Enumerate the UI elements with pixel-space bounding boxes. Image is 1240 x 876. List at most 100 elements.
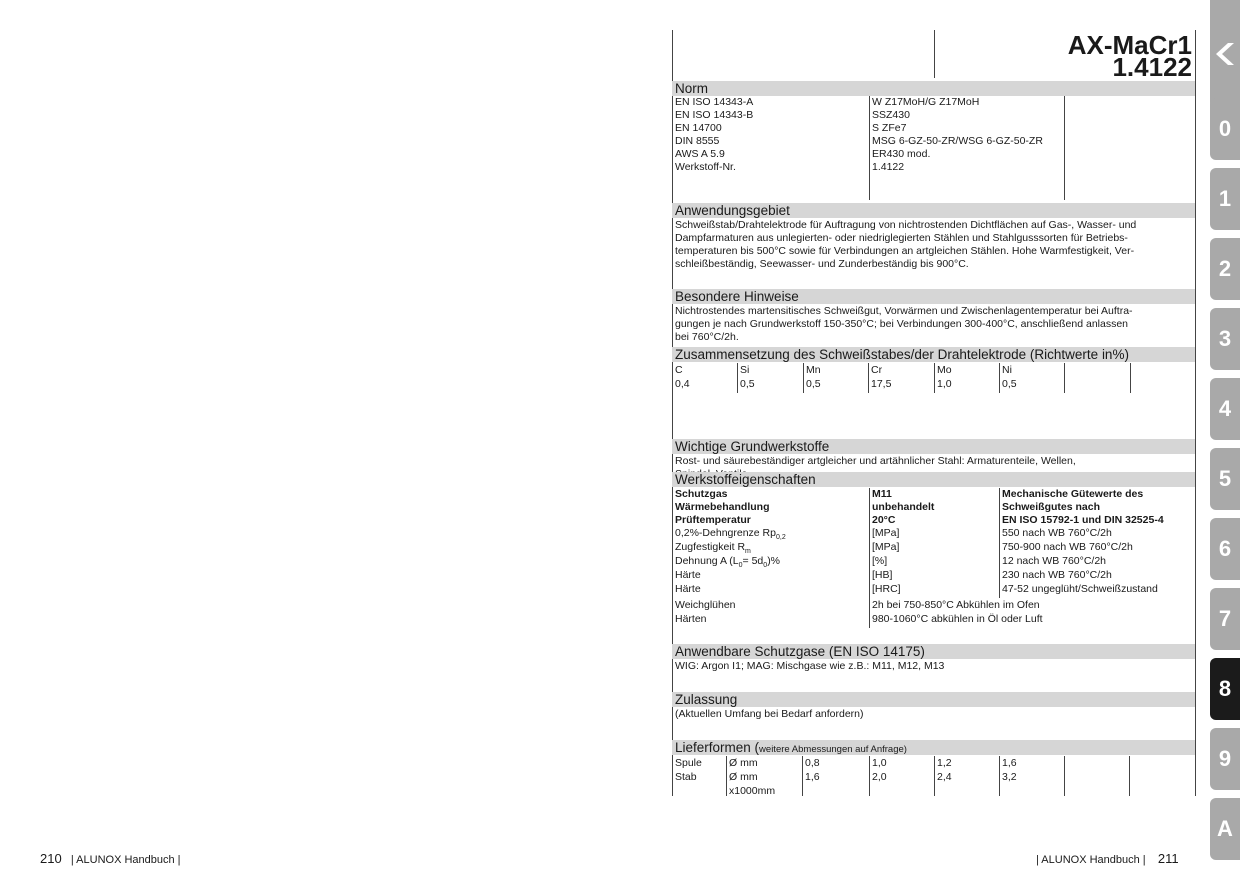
section-delivery-header: Lieferformen (weitere Abmessungen auf An… [672,740,1195,755]
norm-standard: Werkstoff-Nr. [675,161,736,173]
delivery-form: Spule [675,757,702,769]
approval-text: (Aktuellen Umfang bei Bedarf anfordern) [675,708,864,720]
chapter-tab-7[interactable]: 7 [1210,588,1240,650]
delivery-size: 2,0 [872,771,887,783]
delivery-col-divider [802,756,803,796]
footer-right-text: | ALUNOX Handbuch | [1036,854,1146,866]
composition-col-divider [934,363,935,393]
treatment-label: Härten [675,613,707,625]
property-unit: [MPa] [872,527,900,539]
composition-col-divider [1064,363,1065,393]
composition-col-divider [1130,363,1131,393]
composition-element: C [675,364,683,376]
product-material-no: 1.4122 [1112,52,1192,82]
norm-designation: S ZFe7 [872,122,907,134]
composition-element: Cr [871,364,883,376]
composition-col-divider [999,363,1000,393]
property-value: 550 nach WB 760°C/2h [1002,527,1112,539]
norm-standard: DIN 8555 [675,135,720,147]
data-sheet: AX-MaCr1 1.4122 Norm EN ISO 14343-A W Z17… [672,30,1196,798]
property-unit: [HB] [872,569,893,581]
base-materials-line: Rost- und säurebeständiger artgleicher u… [675,455,1076,467]
delivery-size: 1,6 [1002,757,1017,769]
chapter-tab-1[interactable]: 1 [1210,168,1240,230]
norm-standard: AWS A 5.9 [675,148,725,160]
delivery-col-divider [934,756,935,796]
title-divider [934,30,935,78]
delivery-unit-length: x1000mm [729,785,776,797]
chapter-tab-4[interactable]: 4 [1210,378,1240,440]
property-label: Zugfestigkeit Rm [675,541,751,556]
sheet-right-border [1195,30,1196,796]
delivery-title-note: weitere Abmessungen auf Anfrage) [759,744,907,755]
page-number-left: 210 [40,851,62,866]
norm-col-divider-1 [869,96,870,200]
delivery-title: Lieferformen ( [675,740,760,755]
property-label: 0,2%-Dehngrenze Rp0,2 [675,527,786,542]
chapter-tabs: 0 1 2 3 4 5 6 7 8 9 A [1210,0,1240,876]
application-line: Schweißstab/Drahtelektrode für Auftragun… [675,219,1137,231]
chapter-tab-0[interactable]: 0 [1210,98,1240,160]
composition-value: 0,4 [675,378,690,390]
chapter-tab-a[interactable]: A [1210,798,1240,860]
alunox-logo-icon [1210,0,1240,108]
composition-value: 0,5 [806,378,821,390]
composition-element: Ni [1002,364,1012,376]
composition-value: 17,5 [871,378,892,390]
notes-line: gungen je nach Grundwerkstoff 150-350°C;… [675,318,1129,330]
properties-head-right: EN ISO 15792-1 und DIN 32525-4 [1002,514,1164,526]
treatment-label: Weichglühen [675,599,736,611]
delivery-col-divider [726,756,727,796]
section-base-materials-header: Wichtige Grundwerkstoffe [672,439,1195,454]
notes-line: bei 760°C/2h. [675,331,739,343]
property-label: Härte [675,583,701,595]
property-value: 47-52 ungeglüht/Schweißzustand [1002,583,1158,595]
chapter-tab-9[interactable]: 9 [1210,728,1240,790]
properties-head-left: Wärmebehandlung [675,501,770,513]
delivery-col-divider [1129,756,1130,796]
norm-designation: SSZ430 [872,109,910,121]
composition-value: 0,5 [740,378,755,390]
property-unit: [HRC] [872,583,901,595]
gases-text: WIG: Argon I1; MAG: Mischgase wie z.B.: … [675,660,945,672]
properties-head-right: Mechanische Gütewerte des [1002,488,1144,500]
delivery-unit: Ø mm [729,771,758,783]
composition-value: 1,0 [937,378,952,390]
treatment-value: 980-1060°C abkühlen in Öl oder Luft [872,613,1043,625]
composition-col-divider [737,363,738,393]
property-value: 750-900 nach WB 760°C/2h [1002,541,1133,553]
notes-text: Nichtrostendes martensitisches Schweißgu… [675,305,1191,344]
section-norm-header: Norm [672,81,1195,96]
norm-standard: EN ISO 14343-B [675,109,754,121]
norm-col-divider-2 [1064,96,1065,200]
composition-element: Mo [937,364,952,376]
properties-head-left: Prüftemperatur [675,514,751,526]
properties-head-left: Schutzgas [675,488,728,500]
property-label: Härte [675,569,701,581]
chapter-tab-2[interactable]: 2 [1210,238,1240,300]
delivery-size: 1,2 [937,757,952,769]
footer-left: 210 | ALUNOX Handbuch | [40,851,181,866]
properties-head-right: Schweißgutes nach [1002,501,1101,513]
norm-designation: 1.4122 [872,161,905,173]
norm-designation: ER430 mod. [872,148,931,160]
composition-element: Si [740,364,750,376]
notes-line: Nichtrostendes martensitisches Schweißgu… [675,305,1133,317]
delivery-col-divider [999,756,1000,796]
delivery-unit: Ø mm [729,757,758,769]
props-col-divider-1 [869,488,870,628]
delivery-size: 2,4 [937,771,952,783]
footer-left-text: | ALUNOX Handbuch | [70,854,181,866]
chapter-tab-5[interactable]: 5 [1210,448,1240,510]
chapter-tab-8[interactable]: 8 [1210,658,1240,720]
properties-head-mid: unbehandelt [872,501,935,513]
composition-element: Mn [806,364,821,376]
sheet-left-border [672,30,673,796]
chapter-tab-6[interactable]: 6 [1210,518,1240,580]
composition-value: 0,5 [1002,378,1017,390]
section-application-header: Anwendungsgebiet [672,203,1195,218]
composition-col-divider [868,363,869,393]
chapter-tab-3[interactable]: 3 [1210,308,1240,370]
application-line: temperaturen bis 500°C sowie für Verbind… [675,245,1135,257]
property-unit: [MPa] [872,541,900,553]
